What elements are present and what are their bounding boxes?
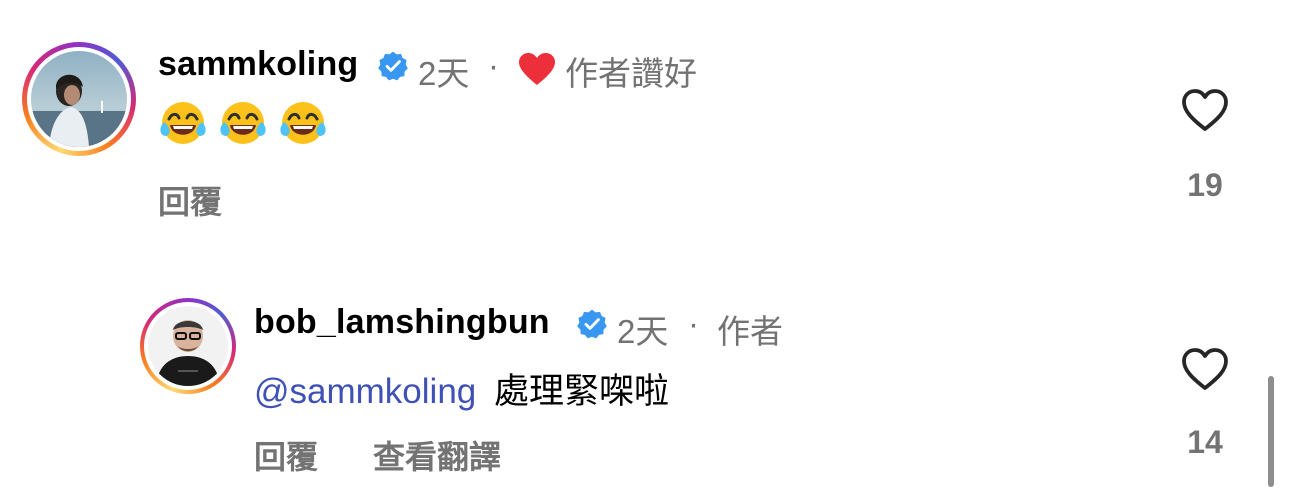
tears-of-joy-emoji-icon <box>220 102 266 144</box>
avatar-photo <box>31 51 127 147</box>
comment-text: @sammkoling 處理緊㗎啦 <box>254 363 669 414</box>
tears-of-joy-emoji-icon <box>280 102 326 144</box>
liked-by-author-label: 作者讚好 <box>565 55 697 92</box>
see-translation-button[interactable]: 查看翻譯 <box>373 432 501 478</box>
like-heart-icon[interactable] <box>1180 87 1230 133</box>
verified-badge-icon <box>577 309 607 339</box>
comment-time: 2天 <box>617 313 669 350</box>
avatar-photo <box>148 306 228 386</box>
mention-link[interactable]: @sammkoling <box>254 372 476 411</box>
comment-bob-lamshingbun: bob_lamshingbun 2天 · 作者 @sammkoling 處理緊㗎… <box>0 280 1290 487</box>
meta-separator: · <box>688 305 699 342</box>
like-count: 14 <box>1187 424 1223 460</box>
like-heart-icon[interactable] <box>1180 346 1230 392</box>
comment-text <box>158 98 338 148</box>
comment-sammkoling: sammkoling 2天 · 作者讚好 回覆 19 <box>0 0 1290 240</box>
avatar-bob-lamshingbun[interactable] <box>140 298 236 394</box>
tears-of-joy-emoji-icon <box>160 102 206 144</box>
author-badge: 作者 <box>717 313 783 350</box>
verified-badge-icon <box>378 51 408 81</box>
like-count: 19 <box>1187 167 1223 203</box>
reply-button[interactable]: 回覆 <box>158 177 222 223</box>
comment-username[interactable]: bob_lamshingbun <box>254 303 550 342</box>
comment-username[interactable]: sammkoling <box>158 45 358 84</box>
reply-button[interactable]: 回覆 <box>254 432 318 478</box>
avatar-sammkoling[interactable] <box>22 42 136 156</box>
scrollbar[interactable] <box>1268 376 1274 487</box>
meta-separator: · <box>488 47 499 84</box>
comment-body: 處理緊㗎啦 <box>494 372 670 411</box>
comment-time: 2天 <box>418 55 470 92</box>
heart-filled-icon <box>519 53 555 85</box>
